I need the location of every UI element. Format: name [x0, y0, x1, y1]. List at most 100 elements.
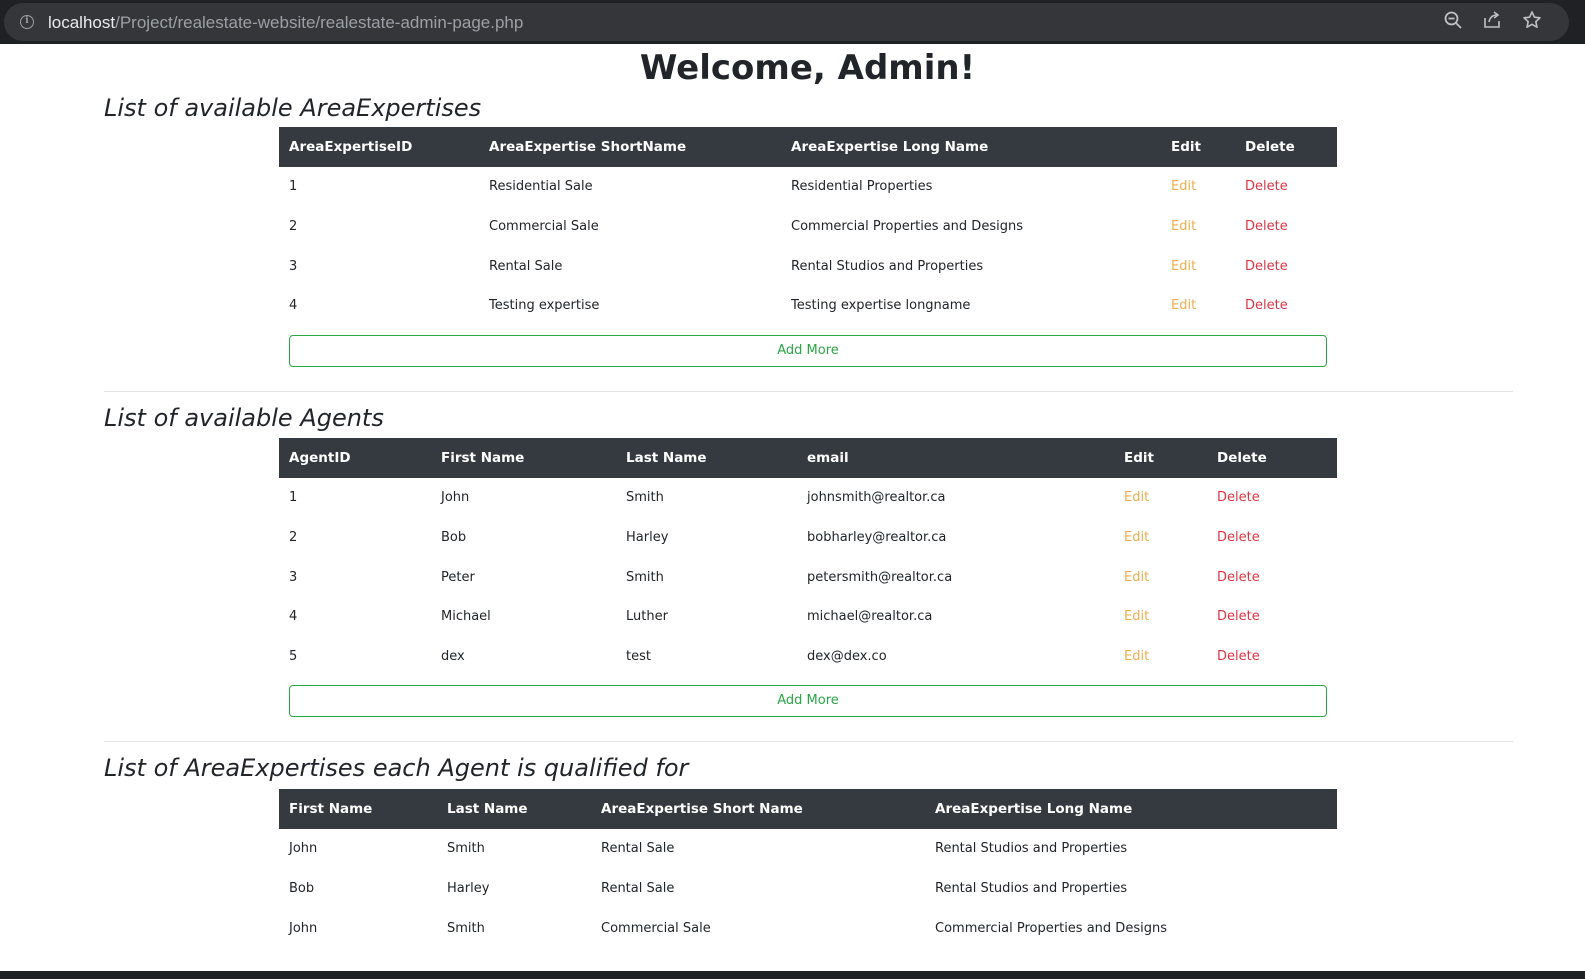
- column-header: AreaExpertise Short Name: [601, 801, 803, 817]
- table-row: 2 Bob Harley bobharley@realtor.ca Edit D…: [279, 518, 1337, 558]
- expertise-long-name: Commercial Properties and Designs: [935, 920, 1167, 936]
- delete-link[interactable]: Delete: [1245, 219, 1288, 234]
- page-title: Welcome, Admin!: [639, 48, 976, 88]
- table-header-row: AgentID First Name Last Name email Edit …: [279, 438, 1337, 478]
- table-row: 3 Rental Sale Rental Studios and Propert…: [279, 246, 1337, 286]
- delete-link[interactable]: Delete: [1245, 298, 1288, 313]
- column-header: Delete: [1245, 139, 1295, 155]
- agent-id: 1: [289, 490, 298, 506]
- table-row: 5 dex test dex@dex.co Edit Delete: [279, 637, 1337, 677]
- agent-last-name: Harley: [447, 881, 490, 897]
- table-row: John Smith Commercial Sale Commercial Pr…: [279, 908, 1337, 948]
- add-expertise-button[interactable]: Add More: [289, 335, 1327, 367]
- expertise-id: 3: [289, 258, 298, 274]
- table-header-row: AreaExpertiseID AreaExpertise ShortName …: [279, 127, 1337, 167]
- column-header: Last Name: [447, 801, 528, 817]
- expertise-short-name: Rental Sale: [601, 881, 675, 897]
- expertise-short-name: Commercial Sale: [489, 219, 599, 235]
- agent-last-name: Smith: [626, 490, 664, 506]
- expertise-long-name: Rental Studios and Properties: [935, 841, 1128, 857]
- delete-link[interactable]: Delete: [1217, 609, 1260, 624]
- delete-link[interactable]: Delete: [1245, 179, 1288, 194]
- expertise-long-name: Residential Properties: [791, 179, 933, 195]
- expertise-long-name: Commercial Properties and Designs: [791, 219, 1023, 235]
- agent-email: bobharley@realtor.ca: [807, 530, 947, 546]
- agent-email: johnsmith@realtor.ca: [807, 490, 946, 506]
- table-row: 1 Residential Sale Residential Propertie…: [279, 167, 1337, 207]
- share-icon[interactable]: [1482, 10, 1502, 30]
- column-header: AreaExpertise ShortName: [489, 139, 687, 155]
- edit-link[interactable]: Edit: [1171, 179, 1196, 194]
- delete-link[interactable]: Delete: [1217, 570, 1260, 585]
- agents-table: AgentID First Name Last Name email Edit …: [279, 438, 1337, 676]
- agents-heading: List of available Agents: [104, 404, 384, 432]
- delete-link[interactable]: Delete: [1217, 490, 1260, 505]
- agent-first-name: Michael: [441, 609, 491, 625]
- section-divider: [104, 391, 1513, 392]
- address-bar[interactable]: i localhost/Project/realestate-website/r…: [4, 3, 1569, 41]
- agent-last-name: Smith: [447, 920, 485, 936]
- agent-email: michael@realtor.ca: [807, 609, 933, 625]
- table-row: Bob Harley Rental Sale Rental Studios an…: [279, 869, 1337, 909]
- delete-link[interactable]: Delete: [1217, 649, 1260, 664]
- url-host: localhost: [48, 13, 116, 32]
- star-icon[interactable]: [1522, 10, 1542, 30]
- browser-toolbar: i localhost/Project/realestate-website/r…: [0, 0, 1585, 44]
- edit-link[interactable]: Edit: [1171, 219, 1196, 234]
- column-header: email: [807, 450, 849, 466]
- agent-first-name: Peter: [441, 569, 475, 585]
- column-header: Delete: [1217, 450, 1267, 466]
- column-header: First Name: [289, 801, 373, 817]
- url-path: /Project/realestate-website/realestate-a…: [115, 13, 524, 32]
- table-row: 2 Commercial Sale Commercial Properties …: [279, 207, 1337, 247]
- agent-id: 3: [289, 569, 298, 585]
- edit-link[interactable]: Edit: [1124, 490, 1149, 505]
- edit-link[interactable]: Edit: [1124, 649, 1149, 664]
- expertise-short-name: Rental Sale: [601, 841, 675, 857]
- agent-last-name: Smith: [626, 569, 664, 585]
- edit-link[interactable]: Edit: [1171, 259, 1196, 274]
- agent-last-name: Luther: [626, 609, 668, 625]
- agent-id: 5: [289, 649, 298, 665]
- agent-last-name: Harley: [626, 530, 669, 546]
- table-row: 4 Testing expertise Testing expertise lo…: [279, 286, 1337, 326]
- expertise-short-name: Commercial Sale: [601, 920, 711, 936]
- table-row: John Smith Rental Sale Rental Studios an…: [279, 829, 1337, 869]
- expertise-long-name: Testing expertise longname: [791, 298, 971, 314]
- agent-first-name: Bob: [289, 881, 315, 897]
- table-header-row: First Name Last Name AreaExpertise Short…: [279, 789, 1337, 829]
- expertises-heading: List of available AreaExpertises: [104, 94, 482, 122]
- info-icon[interactable]: i: [20, 15, 34, 29]
- agent-email: petersmith@realtor.ca: [807, 569, 953, 585]
- expertise-id: 2: [289, 219, 298, 235]
- column-header: First Name: [441, 450, 525, 466]
- edit-link[interactable]: Edit: [1171, 298, 1196, 313]
- qualifications-table: First Name Last Name AreaExpertise Short…: [279, 789, 1337, 948]
- column-header: AreaExpertise Long Name: [935, 801, 1133, 817]
- window-bottom-edge: [0, 971, 1585, 979]
- expertises-table: AreaExpertiseID AreaExpertise ShortName …: [279, 127, 1337, 326]
- agent-first-name: John: [441, 490, 470, 506]
- column-header: AgentID: [289, 450, 351, 466]
- agent-first-name: John: [289, 841, 318, 857]
- zoom-out-icon[interactable]: [1443, 10, 1463, 30]
- section-divider: [104, 741, 1513, 742]
- expertise-short-name: Residential Sale: [489, 179, 593, 195]
- agent-id: 4: [289, 609, 298, 625]
- qualifications-heading: List of AreaExpertises each Agent is qua…: [104, 754, 689, 782]
- delete-link[interactable]: Delete: [1245, 259, 1288, 274]
- url-text[interactable]: localhost/Project/realestate-website/rea…: [48, 13, 523, 33]
- table-row: 3 Peter Smith petersmith@realtor.ca Edit…: [279, 557, 1337, 597]
- delete-link[interactable]: Delete: [1217, 530, 1260, 545]
- edit-link[interactable]: Edit: [1124, 530, 1149, 545]
- add-agent-button[interactable]: Add More: [289, 685, 1327, 717]
- column-header: Edit: [1124, 450, 1154, 466]
- agent-id: 2: [289, 530, 298, 546]
- edit-link[interactable]: Edit: [1124, 609, 1149, 624]
- expertise-short-name: Testing expertise: [489, 298, 600, 314]
- edit-link[interactable]: Edit: [1124, 570, 1149, 585]
- agent-first-name: Bob: [441, 530, 467, 546]
- column-header: Edit: [1171, 139, 1201, 155]
- column-header: AreaExpertiseID: [289, 139, 413, 155]
- expertise-long-name: Rental Studios and Properties: [935, 881, 1128, 897]
